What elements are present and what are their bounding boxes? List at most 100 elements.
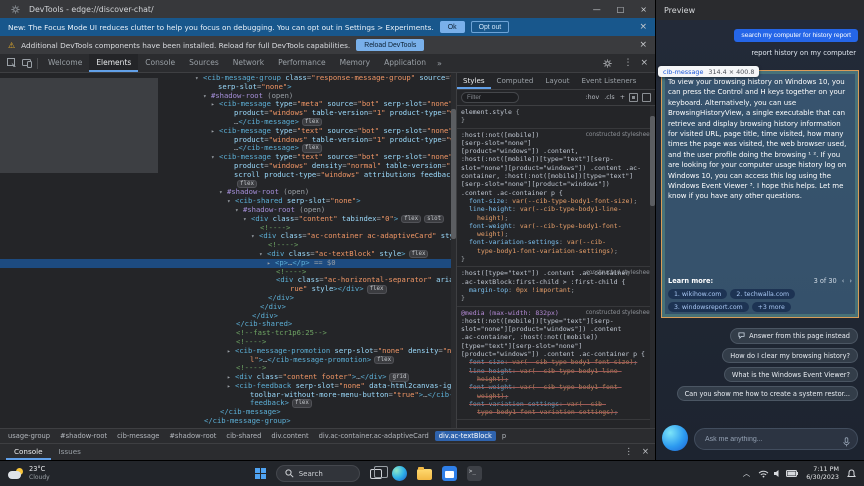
twisty-open-icon[interactable]: ▾ [259, 251, 267, 259]
tab-welcome[interactable]: Welcome [41, 54, 89, 72]
tree-row[interactable]: </cib-message-group> [0, 417, 456, 426]
css-line[interactable]: .ac-container, :host(:not([mobile]) [461, 333, 651, 341]
prev-citations-icon[interactable]: ‹ [842, 277, 845, 285]
css-line[interactable]: [product="windows"]) .content, [461, 147, 651, 155]
tree-row[interactable]: <!--fast-tcr1p6:25--> [0, 329, 456, 338]
css-line[interactable]: slot="none"][product="windows"]) .conten… [461, 164, 651, 172]
css-line[interactable]: element.style { [461, 108, 651, 116]
css-line[interactable]: type-body1-font-variation-settings); [461, 408, 651, 416]
styles-filter-input[interactable] [461, 92, 519, 103]
tree-row[interactable]: ▸<cib-message-promotion serp-slot="none"… [0, 347, 456, 356]
layout-badge[interactable]: flex [367, 285, 387, 293]
taskbar-search[interactable]: Search [276, 465, 360, 482]
tree-row[interactable]: ▾#shadow-root (open) [0, 188, 456, 197]
breadcrumb-item[interactable]: div.content [267, 431, 312, 441]
drawer-more-menu-icon[interactable]: ⋮ [624, 447, 633, 457]
citation-chip[interactable]: 3. windowsreport.com [668, 302, 749, 312]
tree-row[interactable]: </div> [0, 303, 456, 312]
styles-toggle[interactable]: :hov [586, 94, 600, 101]
minimize-icon[interactable]: — [593, 5, 601, 14]
css-line[interactable]: [product="windows"]) .content .ac-contai… [461, 350, 651, 358]
stylesheet-source-link[interactable]: constructed stylesheet [586, 131, 652, 139]
styles-toggle[interactable]: .cls [604, 94, 615, 101]
more-menu-icon[interactable]: ⋮ [623, 58, 632, 68]
tab-console[interactable]: Console [138, 54, 182, 72]
tray-status-icons[interactable] [758, 469, 798, 478]
twisty-closed-icon[interactable]: ▸ [211, 128, 219, 136]
breadcrumb-item[interactable]: #shadow-root [56, 431, 111, 441]
layout-badge[interactable]: flex [292, 399, 312, 407]
drawer-tab-issues[interactable]: Issues [51, 444, 89, 460]
twisty-open-icon[interactable]: ▾ [251, 233, 259, 241]
citation-chip[interactable]: 2. techwalla.com [730, 289, 795, 299]
breadcrumb-item[interactable]: cib-message [113, 431, 163, 441]
css-line[interactable]: slot="none"][product="windows"]) .conten… [461, 325, 651, 333]
twisty-closed-icon[interactable]: ▸ [267, 260, 275, 268]
infobar-close-icon[interactable]: × [639, 40, 647, 50]
styles-toggle[interactable]: + [620, 94, 625, 101]
layout-badge[interactable]: flex [302, 118, 322, 126]
tree-row[interactable]: serp-slot="none"> [0, 83, 456, 92]
tree-row[interactable]: </div> [0, 294, 456, 303]
css-line[interactable]: weight); [461, 392, 651, 400]
maximize-icon[interactable]: □ [617, 5, 625, 14]
twisty-closed-icon[interactable]: ▸ [227, 348, 235, 356]
css-line[interactable]: margin-top: 0px !important; [461, 286, 651, 294]
breadcrumb-item[interactable]: div.ac-container.ac-adaptiveCard [315, 431, 433, 441]
tree-row[interactable]: feedback>flex [0, 399, 456, 408]
microsoft-store-icon[interactable] [442, 466, 457, 481]
suggestion-pill[interactable]: What is the Windows Event Viewer? [724, 367, 858, 382]
layout-badge[interactable]: slot [424, 215, 444, 223]
edge-browser-icon[interactable] [392, 466, 407, 481]
css-line[interactable]: line-height: var(--cib-type-body1-line- [461, 205, 651, 213]
css-line[interactable]: height); [461, 375, 651, 383]
stylesheet-source-link[interactable]: constructed stylesheet [586, 309, 652, 317]
tree-row[interactable]: scroll product-type="windows" attributio… [0, 171, 456, 180]
css-line[interactable]: :host(:not([mobile])[type="text"][serp- [461, 155, 651, 163]
tab-performance[interactable]: Performance [271, 54, 333, 72]
breadcrumb-item[interactable]: p [498, 431, 510, 441]
breadcrumb-item[interactable]: div.ac-textBlock [435, 431, 496, 441]
twisty-open-icon[interactable]: ▾ [243, 216, 251, 224]
tree-row[interactable]: </cib-shared> [0, 320, 456, 329]
css-line[interactable]: container, :host(:not([mobile])[type="te… [461, 172, 651, 180]
css-line[interactable]: font-size: var(--cib-type-body1-font-siz… [461, 197, 651, 205]
stylesheet-source-link[interactable]: constructed stylesheet [586, 269, 652, 277]
twisty-open-icon[interactable]: ▾ [235, 207, 243, 215]
drawer-tab-console[interactable]: Console [6, 444, 51, 460]
css-line[interactable]: font-weight: var(--cib-type-body1-font- [461, 383, 651, 391]
hidden-icons-chevron[interactable]: ︿ [743, 468, 751, 479]
twisty-open-icon[interactable]: ▾ [219, 189, 227, 197]
tree-row[interactable]: ▸<cib-message type="text" source="bot" s… [0, 127, 456, 136]
drawer-close-icon[interactable]: × [642, 447, 649, 457]
ok-button[interactable]: Ok [440, 21, 465, 33]
twisty-closed-icon[interactable]: ▸ [211, 101, 219, 109]
tree-row[interactable]: ▸<div class="content footer">…</div>grid [0, 373, 456, 382]
tree-row[interactable]: <!----> [0, 338, 456, 347]
tree-row[interactable]: ▾<div class="content" tabindex="0">flexs… [0, 215, 456, 224]
twisty-open-icon[interactable]: ▾ [227, 198, 235, 206]
microphone-icon[interactable] [843, 432, 850, 451]
twisty-closed-icon[interactable]: ▸ [227, 383, 235, 391]
infobar-close-icon[interactable]: × [639, 22, 647, 32]
tree-row[interactable]: ▾<cib-message-group class="response-mess… [0, 74, 456, 83]
next-citations-icon[interactable]: › [849, 277, 852, 285]
close-icon[interactable]: × [640, 5, 647, 14]
styles-tab-computed[interactable]: Computed [491, 73, 540, 89]
tab-sources[interactable]: Sources [182, 54, 226, 72]
css-line[interactable]: line-height: var(--cib-type-body1-line- [461, 367, 651, 375]
css-line[interactable]: type-body1-font-variation-settings); [461, 247, 651, 255]
tree-row[interactable]: <!----> [0, 241, 456, 250]
css-line[interactable]: font-size: var(--cib-type-body1-font-siz… [461, 358, 651, 366]
css-line[interactable]: [type="text"][serp-slot="none"] [461, 342, 651, 350]
tree-row[interactable]: ▾<div class="ac-textBlock" style>flex [0, 250, 456, 259]
close-devtools-icon[interactable]: × [640, 58, 648, 68]
layout-badge[interactable]: flex [237, 180, 257, 188]
css-line[interactable]: font-variation-settings: var(--cib- [461, 400, 651, 408]
twisty-open-icon[interactable]: ▾ [195, 75, 203, 83]
start-button-icon[interactable] [255, 468, 266, 479]
css-line[interactable]: font-weight: var(--cib-type-body1-font- [461, 222, 651, 230]
tree-row[interactable]: …</cib-message>flex [0, 118, 456, 127]
tree-row[interactable]: ▾#shadow-root (open) [0, 206, 456, 215]
tree-row[interactable]: </div> [0, 312, 456, 321]
